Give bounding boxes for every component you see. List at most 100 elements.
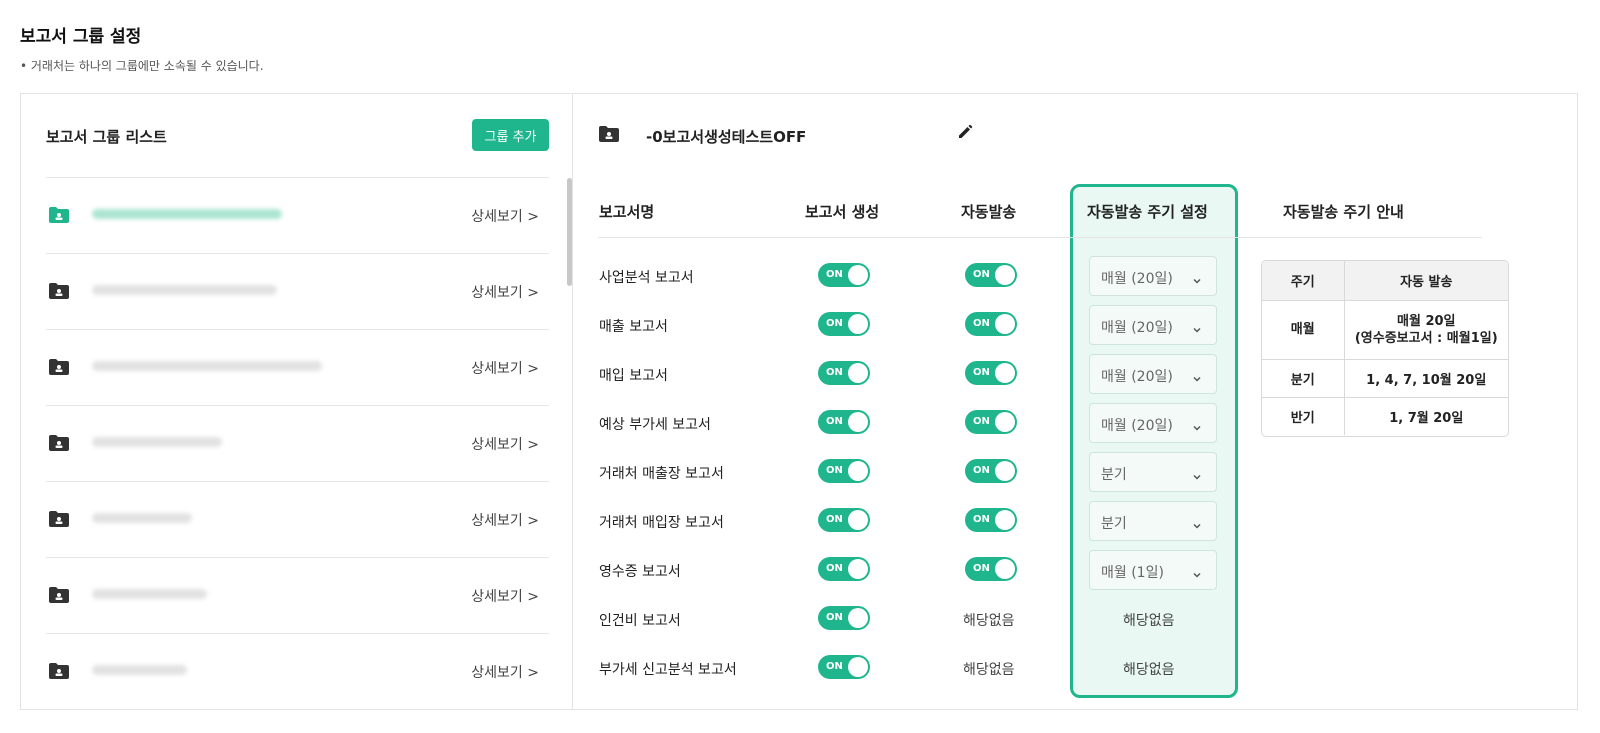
toggle-knob [995,412,1015,432]
detail-link[interactable]: 상세보기 > [471,282,539,302]
cycle-select-value: 매월 (20일) [1101,418,1173,434]
edit-pencil-icon[interactable] [957,124,973,144]
list-item[interactable]: 상세보기 > [46,481,549,557]
detail-link[interactable]: 상세보기 > [471,434,539,454]
column-header-cycle-guide: 자동발송 주기 안내 [1283,203,1404,221]
cycle-select[interactable]: 매월 (20일) [1089,305,1217,345]
detail-link[interactable]: 상세보기 > [471,358,539,378]
guide-period: 매월 [1262,300,1345,360]
toggle-label: ON [973,514,990,525]
cycle-select-value: 매월 (20일) [1101,271,1173,287]
toggle-knob [848,265,868,285]
list-item[interactable]: 상세보기 > [46,633,549,709]
group-name-redacted [92,437,222,447]
toggle-knob [995,363,1015,383]
toggle-label: ON [826,465,843,476]
folder-icon [49,283,69,303]
toggle-knob [848,363,868,383]
group-name-redacted [92,665,187,675]
folder-icon [49,511,69,531]
auto-send-not-applicable: 해당없음 [963,662,1015,678]
add-group-button[interactable]: 그룹 추가 [472,119,549,151]
detail-link[interactable]: 상세보기 > [471,586,539,606]
toggle-label: ON [826,416,843,427]
guide-send-line: 매월 20일 [1397,313,1456,329]
create-toggle[interactable]: ON [818,606,870,630]
detail-link[interactable]: 상세보기 > [471,662,539,682]
cycle-select[interactable]: 분기 [1089,501,1217,541]
toggle-label: ON [826,269,843,280]
page-note: • 거래처는 하나의 그룹에만 소속될 수 있습니다. [20,59,264,73]
create-toggle[interactable]: ON [818,312,870,336]
create-toggle[interactable]: ON [818,263,870,287]
report-name: 부가세 신고분석 보고서 [599,662,737,678]
create-toggle[interactable]: ON [818,410,870,434]
detail-link[interactable]: 상세보기 > [471,510,539,530]
toggle-knob [848,461,868,481]
create-toggle[interactable]: ON [818,557,870,581]
list-item[interactable]: 상세보기 > [46,177,549,253]
toggle-label: ON [973,465,990,476]
chevron-down-icon [1192,369,1202,388]
report-name: 매입 보고서 [599,368,668,384]
guide-send: 매월 20일 (영수증보고서 : 매월1일) [1344,300,1508,360]
list-item[interactable]: 상세보기 > [46,405,549,481]
list-item[interactable]: 상세보기 > [46,329,549,405]
list-scrollbar[interactable] [567,178,572,286]
cycle-select[interactable]: 매월 (20일) [1089,354,1217,394]
header-divider [598,237,1482,238]
toggle-label: ON [973,318,990,329]
cycle-guide-table: 주기 자동 발송 매월 매월 20일 (영수증보고서 : 매월1일) 분기 1,… [1261,260,1509,437]
column-header-report-name: 보고서명 [599,203,655,221]
chevron-down-icon [1192,320,1202,339]
create-toggle[interactable]: ON [818,361,870,385]
auto-send-toggle[interactable]: ON [965,263,1017,287]
cycle-select[interactable]: 매월 (1일) [1089,550,1217,590]
report-name: 거래처 매입장 보고서 [599,515,724,531]
create-toggle[interactable]: ON [818,459,870,483]
cycle-select-value: 매월 (20일) [1101,320,1173,336]
detail-link[interactable]: 상세보기 > [471,206,539,226]
cycle-select[interactable]: 매월 (20일) [1089,256,1217,296]
cycle-select[interactable]: 분기 [1089,452,1217,492]
folder-icon [49,207,69,227]
report-name: 거래처 매출장 보고서 [599,466,724,482]
toggle-label: ON [973,269,990,280]
auto-send-toggle[interactable]: ON [965,361,1017,385]
guide-period: 분기 [1262,359,1345,398]
folder-icon [49,587,69,607]
auto-send-toggle[interactable]: ON [965,312,1017,336]
auto-send-toggle[interactable]: ON [965,557,1017,581]
guide-send-line: (영수증보고서 : 매월1일) [1354,330,1498,346]
create-toggle[interactable]: ON [818,655,870,679]
panel-divider [572,94,573,709]
cycle-select-value: 매월 (20일) [1101,369,1173,385]
report-group-panel: 보고서 그룹 리스트 그룹 추가 상세보기 > 상세보기 > 상세보기 > 상세… [20,93,1578,710]
table-row: 반기 1, 7월 20일 [1262,397,1508,435]
list-item[interactable]: 상세보기 > [46,557,549,633]
folder-icon [49,663,69,683]
toggle-label: ON [826,367,843,378]
toggle-knob [848,412,868,432]
report-name: 사업분석 보고서 [599,270,694,286]
cycle-select-value: 분기 [1101,516,1127,532]
report-name: 인건비 보고서 [599,613,681,629]
group-list: 상세보기 > 상세보기 > 상세보기 > 상세보기 > 상세보기 > 상세보기 … [46,177,549,709]
auto-send-toggle[interactable]: ON [965,459,1017,483]
cycle-not-applicable: 해당없음 [1123,662,1175,678]
toggle-label: ON [826,514,843,525]
auto-send-toggle[interactable]: ON [965,410,1017,434]
chevron-down-icon [1192,516,1202,535]
list-item[interactable]: 상세보기 > [46,253,549,329]
toggle-knob [848,657,868,677]
toggle-knob [848,559,868,579]
toggle-label: ON [826,661,843,672]
auto-send-toggle[interactable]: ON [965,508,1017,532]
cycle-select-value: 매월 (1일) [1101,565,1164,581]
toggle-knob [848,510,868,530]
guide-send: 1, 7월 20일 [1389,410,1464,426]
toggle-knob [995,510,1015,530]
cycle-select[interactable]: 매월 (20일) [1089,403,1217,443]
auto-send-not-applicable: 해당없음 [963,613,1015,629]
create-toggle[interactable]: ON [818,508,870,532]
